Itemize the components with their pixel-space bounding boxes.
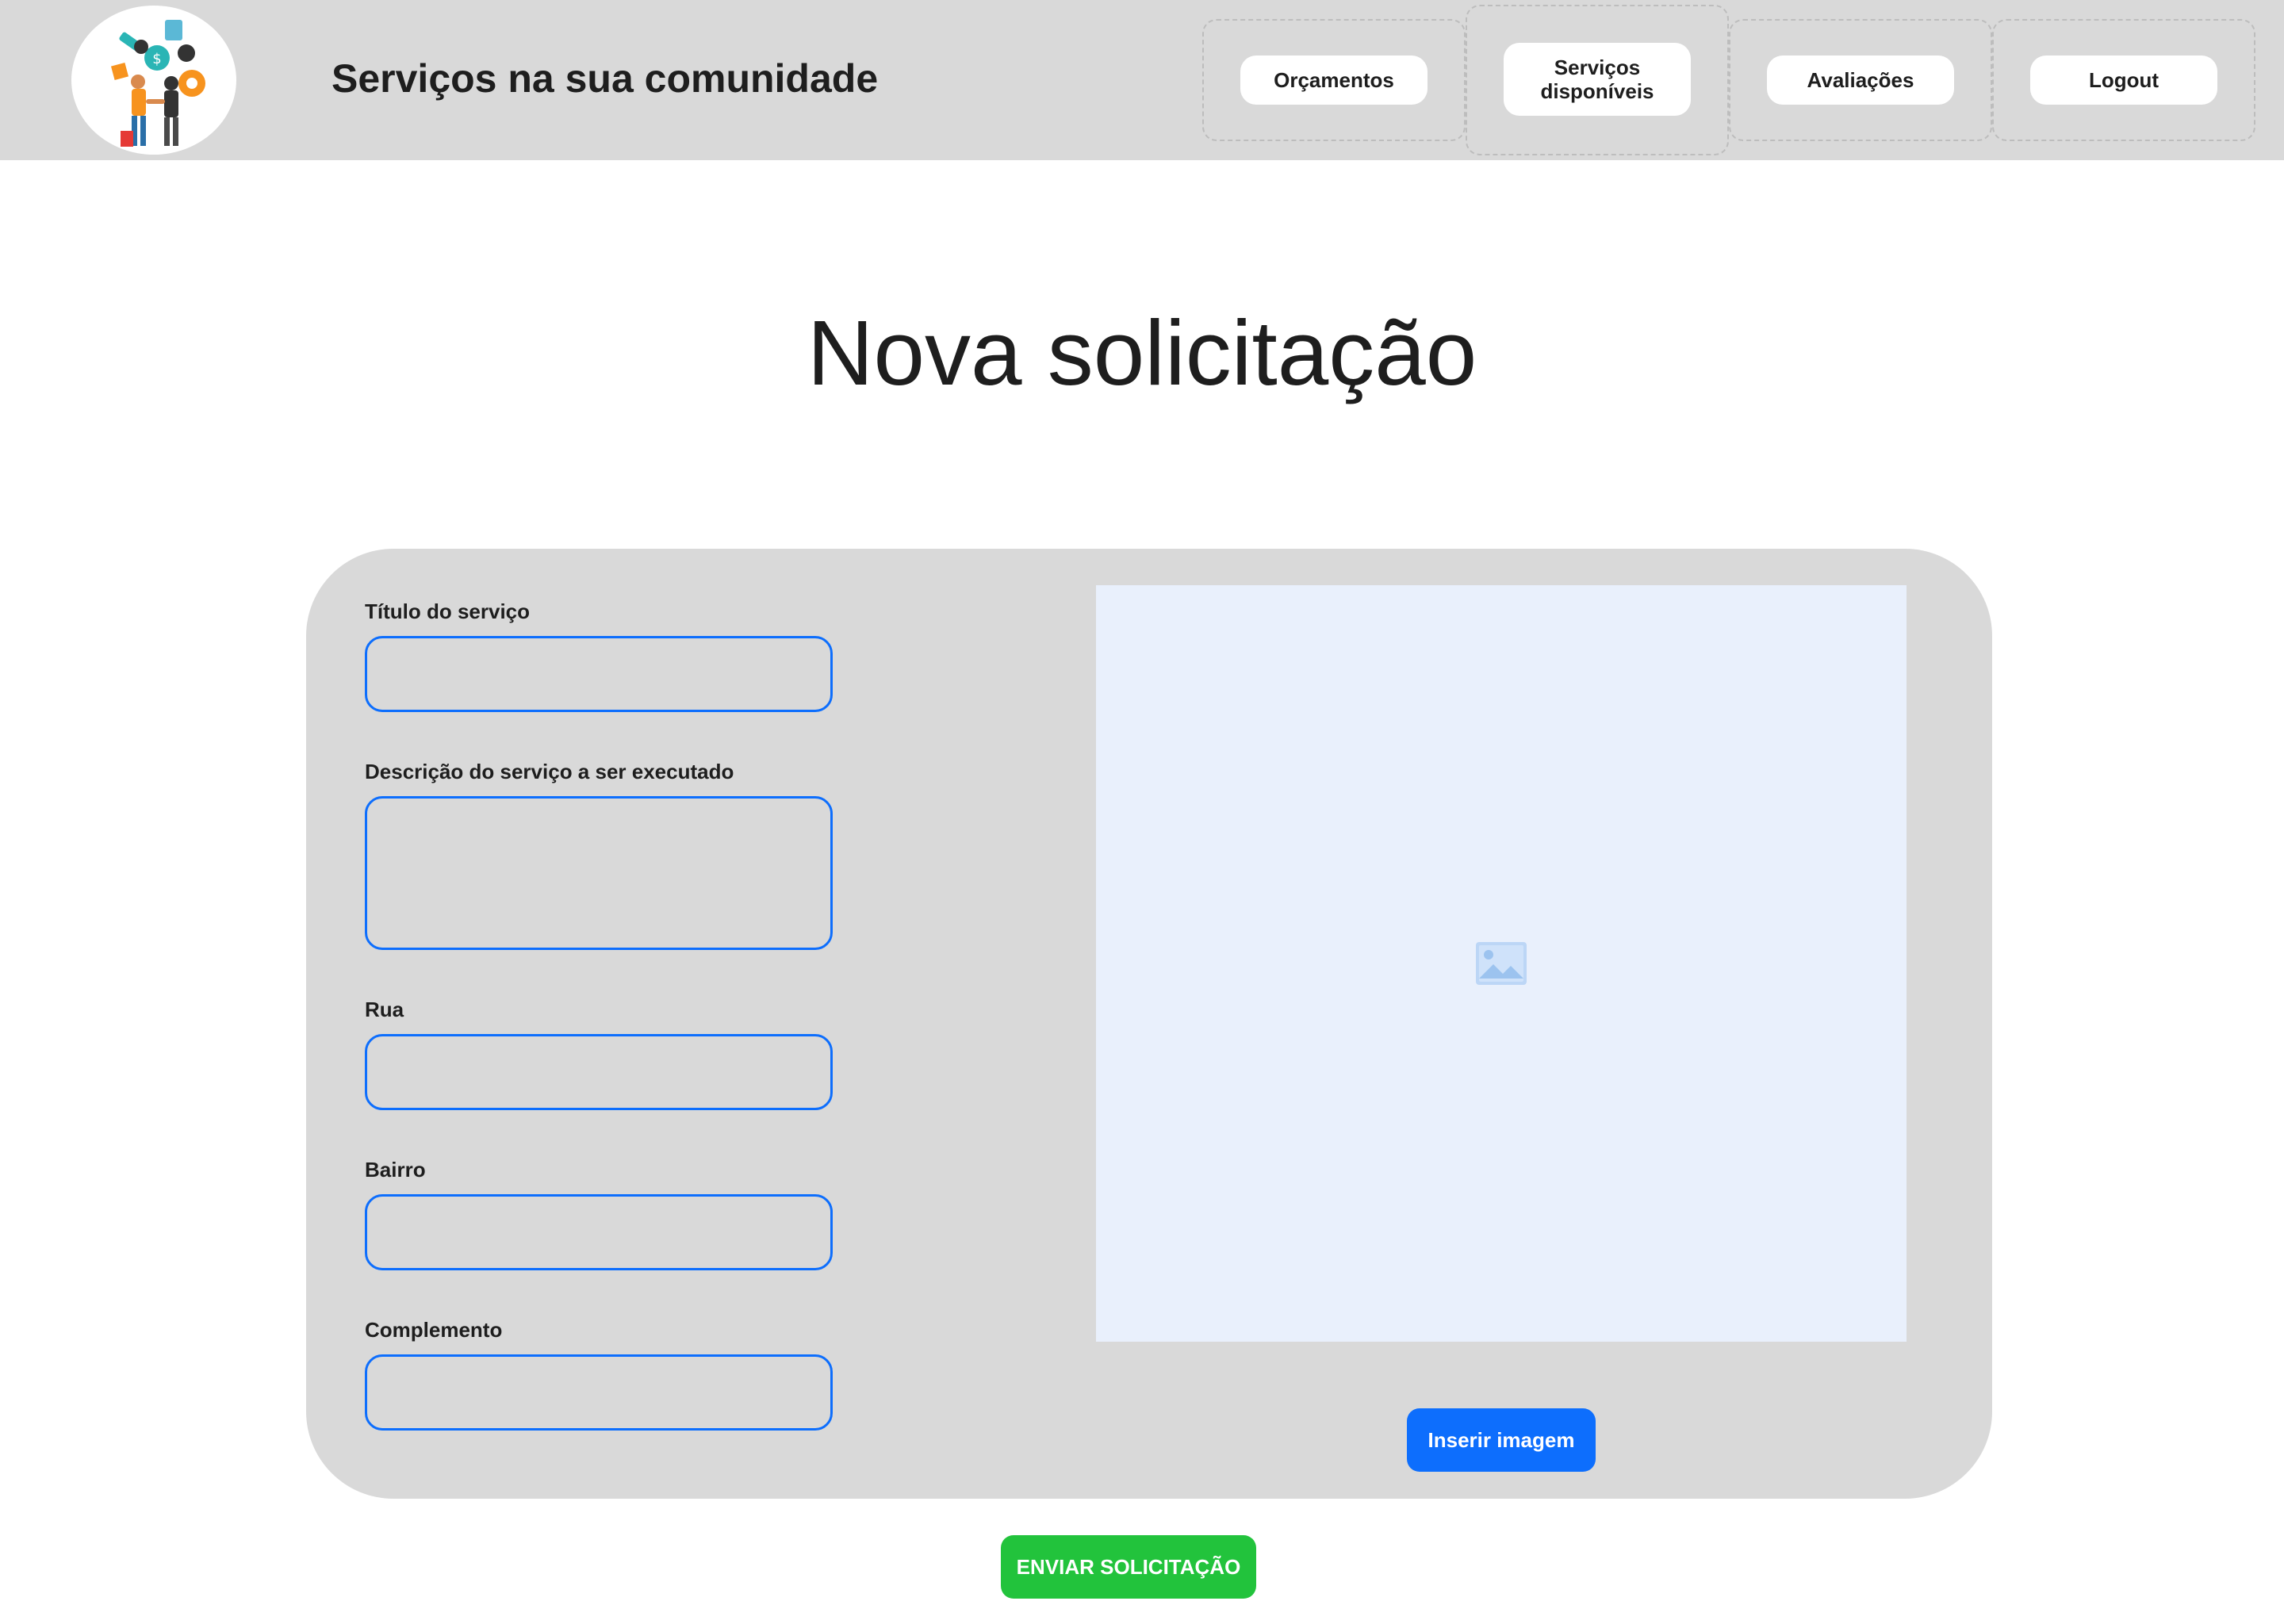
image-icon <box>1476 942 1527 985</box>
page-title: Nova solicitação <box>807 301 1477 404</box>
submit-request-button[interactable]: ENVIAR SOLICITAÇÃO <box>1001 1535 1256 1599</box>
community-services-logo-icon: $ <box>110 20 205 147</box>
field-label-complemento: Complemento <box>365 1318 503 1342</box>
top-header: $ Serviços na sua comunidade Orçamentos … <box>0 0 2284 160</box>
site-title: Serviços na sua comunidade <box>331 56 879 101</box>
nav-slot-servicos-disponiveis: Serviços disponíveis <box>1466 5 1729 155</box>
rua-input[interactable] <box>365 1034 833 1110</box>
complemento-input[interactable] <box>365 1354 833 1431</box>
insert-image-button[interactable]: Inserir imagem <box>1407 1408 1596 1472</box>
field-label-rua: Rua <box>365 998 404 1021</box>
field-label-bairro: Bairro <box>365 1158 426 1182</box>
field-label-descricao: Descrição do serviço a ser executado <box>365 760 734 783</box>
nav-slot-logout: Logout <box>1992 19 2255 141</box>
nav-button-servicos-disponiveis[interactable]: Serviços disponíveis <box>1504 43 1691 116</box>
svg-text:$: $ <box>152 51 161 67</box>
field-label-titulo: Título do serviço <box>365 599 531 623</box>
nav-button-orcamentos[interactable]: Orçamentos <box>1240 56 1428 105</box>
nav-slot-orcamentos: Orçamentos <box>1202 19 1466 141</box>
nav-button-logout[interactable]: Logout <box>2030 56 2217 105</box>
site-logo[interactable]: $ <box>71 6 236 155</box>
nav-button-avaliacoes[interactable]: Avaliações <box>1767 56 1954 105</box>
image-preview-area[interactable] <box>1096 585 1907 1342</box>
descricao-servico-textarea[interactable] <box>365 796 833 950</box>
bairro-input[interactable] <box>365 1194 833 1270</box>
nav-slot-avaliacoes: Avaliações <box>1729 19 1992 141</box>
titulo-servico-input[interactable] <box>365 636 833 712</box>
